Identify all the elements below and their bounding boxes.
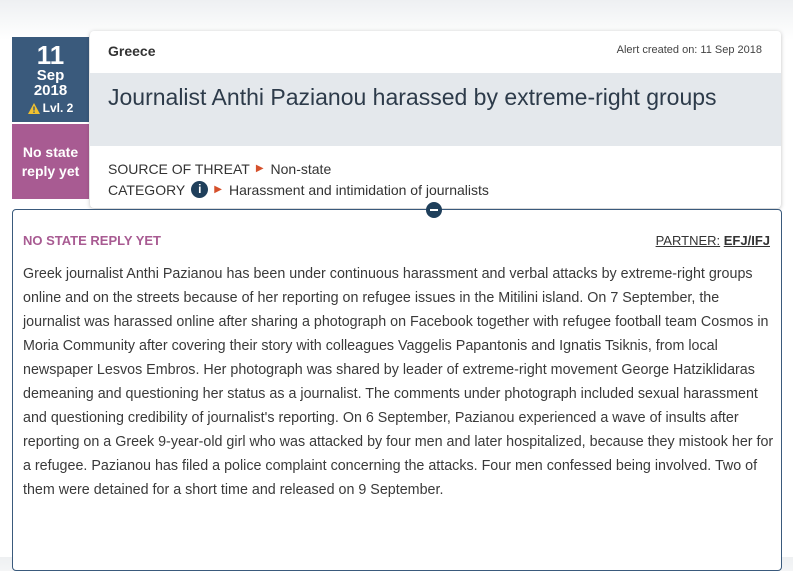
alert-level-label: Lvl. 2 <box>42 101 74 115</box>
alert-created-date: Alert created on: 11 Sep 2018 <box>616 44 762 56</box>
alert-card: Greece Alert created on: 11 Sep 2018 Jou… <box>90 31 781 208</box>
arrow-right-icon: ▶ <box>255 163 264 174</box>
alert-level: Lvl. 2 <box>12 101 89 115</box>
date-year: 2018 <box>33 82 68 99</box>
partner-info: PARTNER: EFJ/IFJ <box>656 233 770 248</box>
partner-label: PARTNER: <box>655 233 721 248</box>
alert-meta: SOURCE OF THREAT ▶ Non-state CATEGORY i … <box>108 158 489 200</box>
warning-icon <box>27 102 40 114</box>
date-month: Sep <box>36 67 65 84</box>
source-of-threat-value: Non-state <box>270 160 332 177</box>
info-icon[interactable]: i <box>191 181 209 198</box>
arrow-right-icon: ▶ <box>214 184 222 195</box>
source-of-threat-row: SOURCE OF THREAT ▶ Non-state <box>108 158 489 179</box>
category-label: CATEGORY <box>108 181 186 198</box>
category-value: Harassment and intimidation of journalis… <box>228 181 489 198</box>
alert-date-block: 11 Sep 2018 Lvl. 2 <box>12 37 89 122</box>
state-reply-badge: No state reply yet <box>12 124 89 199</box>
date-day: 11 <box>36 40 65 70</box>
alert-country: Greece <box>108 43 156 59</box>
alert-description: Greek journalist Anthi Pazianou has been… <box>23 266 774 498</box>
alert-title-band: Journalist Anthi Pazianou harassed by ex… <box>90 73 781 146</box>
source-of-threat-label: SOURCE OF THREAT <box>108 160 250 177</box>
partner-link[interactable]: EFJ/IFJ <box>724 233 770 248</box>
state-reply-status: NO STATE REPLY YET <box>23 233 161 248</box>
alert-card-header: Greece Alert created on: 11 Sep 2018 <box>90 31 781 73</box>
category-row: CATEGORY i ▶ Harassment and intimidation… <box>108 179 489 200</box>
collapse-icon[interactable] <box>426 202 442 218</box>
state-reply-label: No state reply yet <box>21 143 80 179</box>
alert-detail-panel: NO STATE REPLY YET PARTNER: EFJ/IFJ Gree… <box>12 209 782 571</box>
alert-title[interactable]: Journalist Anthi Pazianou harassed by ex… <box>108 83 748 111</box>
